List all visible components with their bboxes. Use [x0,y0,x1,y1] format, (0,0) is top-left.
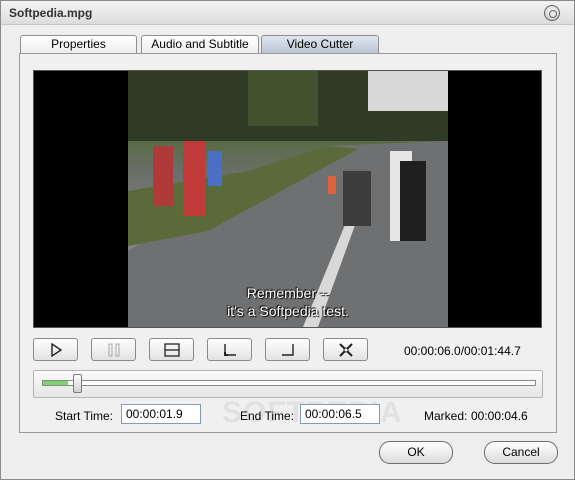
pause-button[interactable] [91,338,136,361]
mark-start-button[interactable] [207,338,252,361]
cancel-button[interactable]: Cancel [484,441,558,464]
timeline-slider[interactable] [33,370,543,398]
marked-label: Marked: [424,409,468,423]
cut-button[interactable] [323,338,368,361]
timeline-thumb[interactable] [73,374,82,393]
subtitle-line-2: it's a Softpedia test. [227,303,349,319]
end-time-label: End Time: [240,409,295,423]
mark-end-button[interactable] [265,338,310,361]
video-preview: Remember -- it's a Softpedia test. [33,70,542,328]
ok-button[interactable]: OK [379,441,453,464]
mark-start-icon [224,344,236,356]
tab-properties[interactable]: Properties [20,35,137,54]
timeline-track [42,380,536,386]
close-button[interactable] [544,5,560,21]
play-icon [51,343,63,357]
window-title: Softpedia.mpg [9,6,93,20]
mark-end-icon [282,344,294,356]
play-button[interactable] [33,338,78,361]
scissors-icon [339,343,353,357]
stop-button[interactable] [149,338,194,361]
tab-audio-and-subtitle[interactable]: Audio and Subtitle [141,35,259,54]
video-frame-image: Remember -- it's a Softpedia test. [128,71,448,327]
pause-icon [108,343,120,357]
stop-icon [164,343,180,357]
subtitle-line-1: Remember -- [246,285,330,301]
start-time-input[interactable] [121,404,201,424]
start-time-label: Start Time: [55,409,114,423]
title-bar: Softpedia.mpg [1,1,574,25]
marked-value: 00:00:04.6 [471,409,528,423]
time-readout: 00:00:06.0/00:01:44.7 [404,344,521,358]
end-time-input[interactable] [300,404,380,424]
selected-range [43,381,68,385]
tab-video-cutter[interactable]: Video Cutter [261,35,379,54]
